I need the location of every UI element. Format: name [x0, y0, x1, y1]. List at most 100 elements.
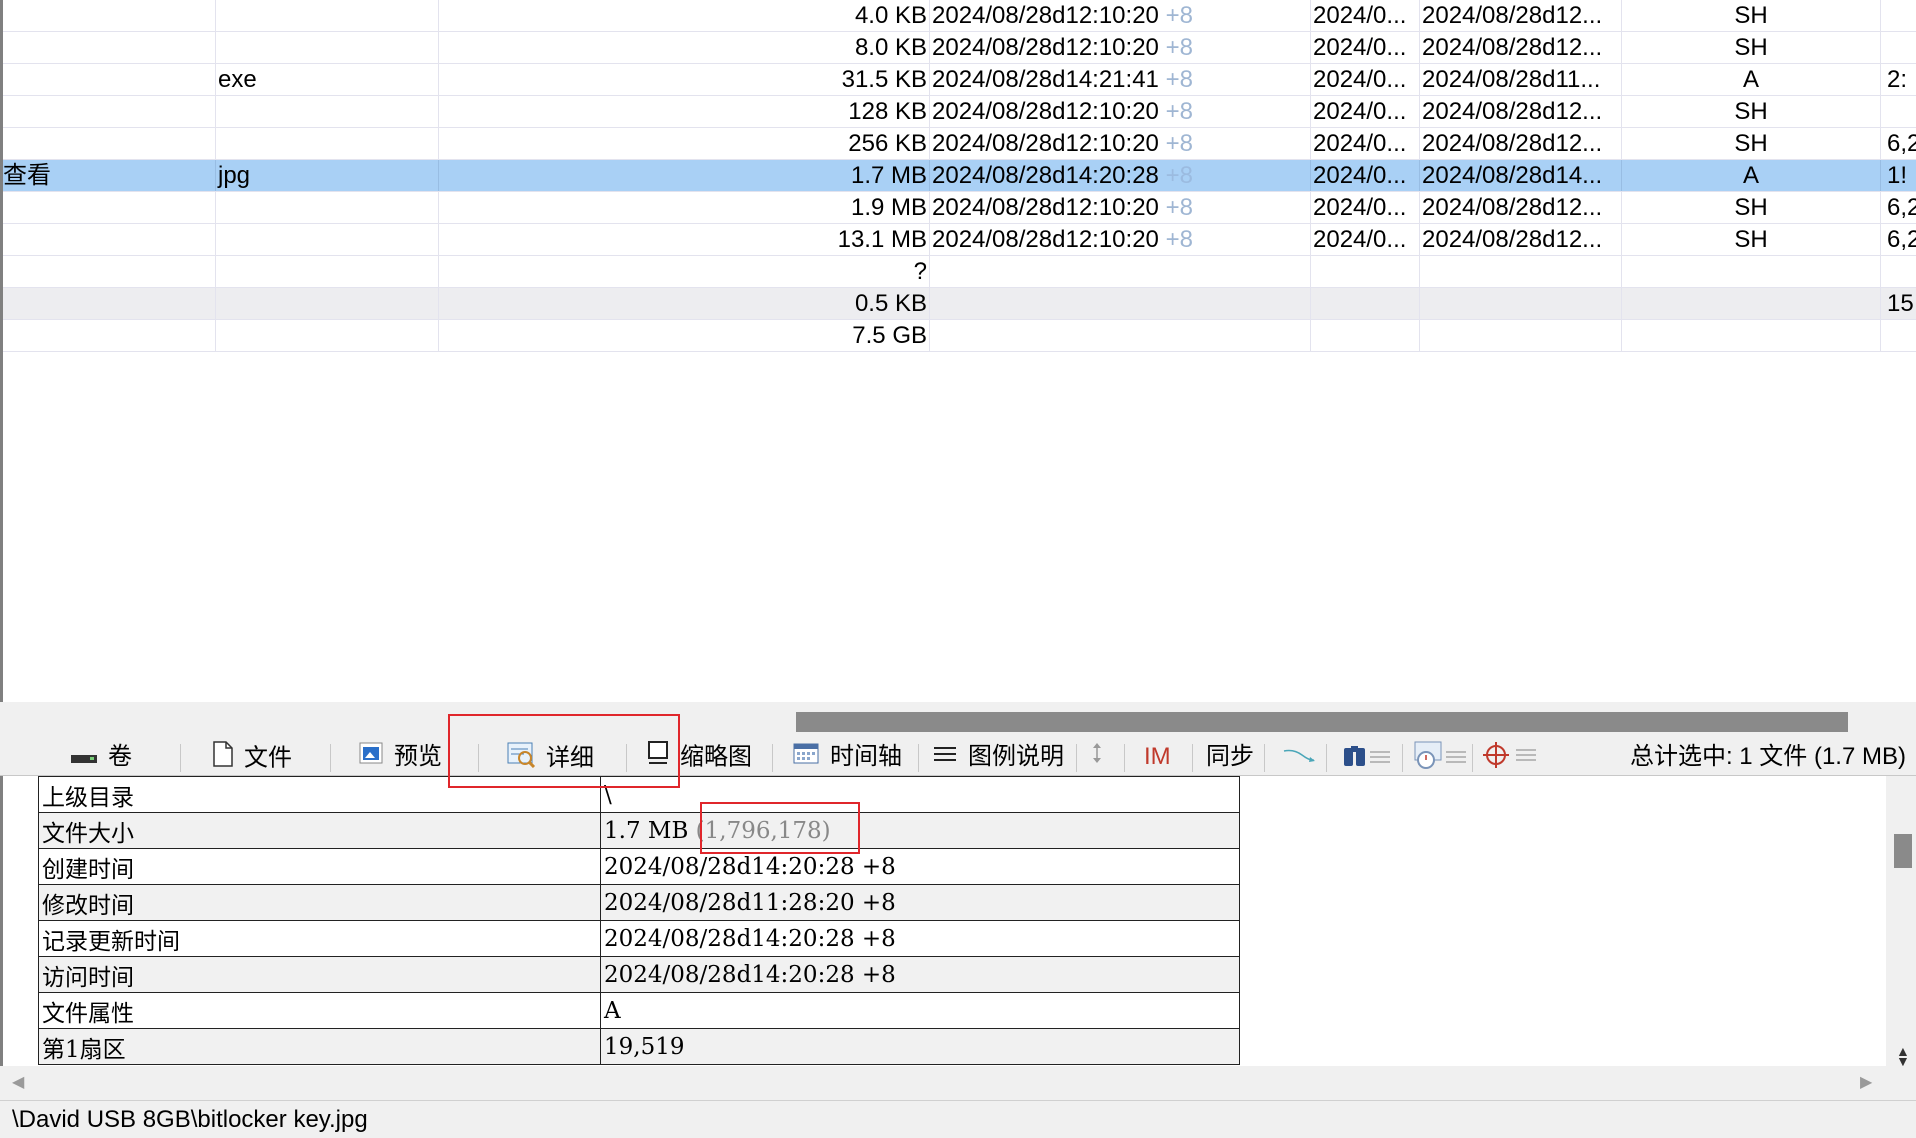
- cell-size: 1.9 MB: [439, 192, 930, 223]
- cell-attributes: [1622, 288, 1881, 319]
- tab-locate[interactable]: [1482, 740, 1548, 774]
- tab-volume[interactable]: 卷: [70, 740, 132, 774]
- tab-preview[interactable]: 预览: [358, 740, 442, 774]
- cell-sector: 2:: [1887, 66, 1908, 93]
- cell-size: 7.5 GB: [439, 320, 930, 351]
- cell-attributes: A: [1622, 64, 1881, 95]
- details-key: 修改时间: [38, 884, 601, 921]
- tab-label: 预览: [394, 743, 442, 770]
- tab-label: 卷: [108, 743, 132, 770]
- cell-extension: [216, 32, 439, 63]
- timezone-offset: +8: [1165, 98, 1193, 125]
- details-row: 创建时间 2024/08/28d14:20:28 +8: [38, 848, 1240, 885]
- table-row[interactable]: ?: [3, 256, 1916, 288]
- tab-label: 时间轴: [830, 743, 902, 770]
- scrollbar-thumb[interactable]: [1894, 834, 1912, 868]
- table-row[interactable]: 256 KB 2024/08/28d12:10:20 +8 2024/0... 202…: [3, 128, 1916, 160]
- cell-name: [3, 288, 216, 319]
- details-row: 文件属性 A: [38, 992, 1240, 1029]
- cell-attributes: SH: [1622, 192, 1881, 223]
- cell-extension: [216, 0, 439, 31]
- details-value: 2024/08/28d11:28:20 +8: [600, 884, 1240, 921]
- cell-extension: [216, 128, 439, 159]
- details-value: 19,519: [600, 1028, 1240, 1065]
- cell-accessed: 2024/08/28d12...: [1420, 32, 1622, 63]
- details-value: 2024/08/28d14:20:28 +8: [600, 920, 1240, 957]
- table-row[interactable]: 128 KB 2024/08/28d12:10:20 +8 2024/0... 202…: [3, 96, 1916, 128]
- tab-search[interactable]: [1342, 740, 1402, 774]
- table-row[interactable]: 4.0 KB 2024/08/28d12:10:20 +8 2024/0... 202…: [3, 0, 1916, 32]
- timezone-offset: +8: [1165, 66, 1193, 93]
- cell-attributes: [1622, 320, 1881, 351]
- table-row[interactable]: 0.5 KB 15: [3, 288, 1916, 320]
- timezone-offset: +8: [1165, 2, 1193, 29]
- details-key: 记录更新时间: [38, 920, 601, 957]
- cell-accessed: 2024/08/28d12...: [1420, 128, 1622, 159]
- highlight-box-details-tab: [448, 714, 680, 788]
- cell-name: [3, 96, 216, 127]
- cell-size: 0.5 KB: [439, 288, 930, 319]
- cell-extension: exe: [216, 64, 439, 95]
- table-row[interactable]: exe 31.5 KB 2024/08/28d14:21:41 +8 2024/0..…: [3, 64, 1916, 96]
- cell-name: 查看: [3, 160, 216, 191]
- cell-accessed: 2024/08/28d12...: [1420, 192, 1622, 223]
- cell-accessed: 2024/08/28d14...: [1420, 160, 1622, 191]
- details-value: 2024/08/28d14:20:28 +8: [600, 848, 1240, 885]
- cell-created: 2024/08/28d14:21:41 +8: [930, 64, 1311, 95]
- cell-sector: 15: [1887, 290, 1914, 317]
- cell-sector: 1!: [1887, 162, 1908, 189]
- details-horizontal-scrollbar[interactable]: ◀ ▶: [0, 1066, 1916, 1100]
- calendar-icon: [792, 741, 820, 775]
- cell-extension: [216, 256, 439, 287]
- scroll-left-icon[interactable]: ◀: [12, 1072, 24, 1092]
- cell-created: 2024/08/28d12:10:20 +8: [930, 0, 1311, 31]
- cell-created: 2024/08/28d12:10:20 +8: [930, 224, 1311, 255]
- cell-size: 8.0 KB: [439, 32, 930, 63]
- cell-extension: [216, 288, 439, 319]
- tab-im[interactable]: IM: [1144, 740, 1171, 774]
- tab-timeline[interactable]: 时间轴: [792, 740, 902, 774]
- cell-created: [930, 288, 1311, 319]
- cell-attributes: SH: [1622, 32, 1881, 63]
- cell-attributes: [1622, 256, 1881, 287]
- tab-file[interactable]: 文件: [212, 740, 292, 774]
- tab-sync[interactable]: 同步: [1206, 740, 1254, 774]
- table-row[interactable]: 13.1 MB 2024/08/28d12:10:20 +8 2024/0... 20…: [3, 224, 1916, 256]
- table-horizontal-scrollbar[interactable]: [0, 702, 1916, 740]
- scroll-right-icon[interactable]: ▶: [1860, 1072, 1872, 1092]
- cell-attributes: SH: [1622, 96, 1881, 127]
- tab-history[interactable]: [1412, 740, 1478, 774]
- timezone-offset: +8: [1165, 162, 1193, 189]
- timezone-offset: +8: [1165, 226, 1193, 253]
- tab-sort-toggle[interactable]: [1090, 740, 1114, 774]
- cell-accessed: 2024/08/28d12...: [1420, 224, 1622, 255]
- cell-sector: [1881, 256, 1916, 287]
- table-row[interactable]: 8.0 KB 2024/08/28d12:10:20 +8 2024/0... 202…: [3, 32, 1916, 64]
- cell-created: 2024/08/28d12:10:20 +8: [930, 192, 1311, 223]
- cell-extension: jpg: [216, 160, 439, 191]
- cell-size: 31.5 KB: [439, 64, 930, 95]
- details-panel: 上级目录 \ 文件大小 1.7 MB (1,796,178) 创建时间 2024/08/2…: [0, 776, 1916, 1066]
- preview-icon: [358, 741, 384, 775]
- cell-size: 4.0 KB: [439, 0, 930, 31]
- tab-sync-arrow[interactable]: [1282, 740, 1326, 774]
- table-row[interactable]: 查看 jpg 1.7 MB 2024/08/28d14:20:28 +8 2024/0.…: [3, 160, 1916, 192]
- details-vertical-scrollbar[interactable]: ▲ ▼: [1886, 776, 1916, 1068]
- tab-legend[interactable]: 图例说明: [932, 740, 1064, 774]
- details-table: 上级目录 \ 文件大小 1.7 MB (1,796,178) 创建时间 2024/08/2…: [38, 776, 1240, 1065]
- cell-modified: [1311, 288, 1420, 319]
- cell-attributes: SH: [1622, 0, 1881, 31]
- sync-arrow-icon: [1282, 741, 1316, 775]
- list-icon: [932, 741, 958, 775]
- details-value: 1.7 MB (1,796,178): [600, 812, 1240, 849]
- status-bar: \David USB 8GB\bitlocker key.jpg: [0, 1100, 1916, 1138]
- table-row[interactable]: 1.9 MB 2024/08/28d12:10:20 +8 2024/0... 202…: [3, 192, 1916, 224]
- view-tab-bar: 卷 文件 预览 详细 缩略图 时间轴 图例说明 IM 同步 总计选中: 1 文件…: [0, 740, 1916, 776]
- cell-created: [930, 256, 1311, 287]
- cell-extension: [216, 224, 439, 255]
- cell-modified: 2024/0...: [1311, 32, 1420, 63]
- cell-name: [3, 0, 216, 31]
- cell-modified: 2024/0...: [1311, 160, 1420, 191]
- scrollbar-thumb[interactable]: [796, 712, 1848, 732]
- table-row[interactable]: 7.5 GB: [3, 320, 1916, 352]
